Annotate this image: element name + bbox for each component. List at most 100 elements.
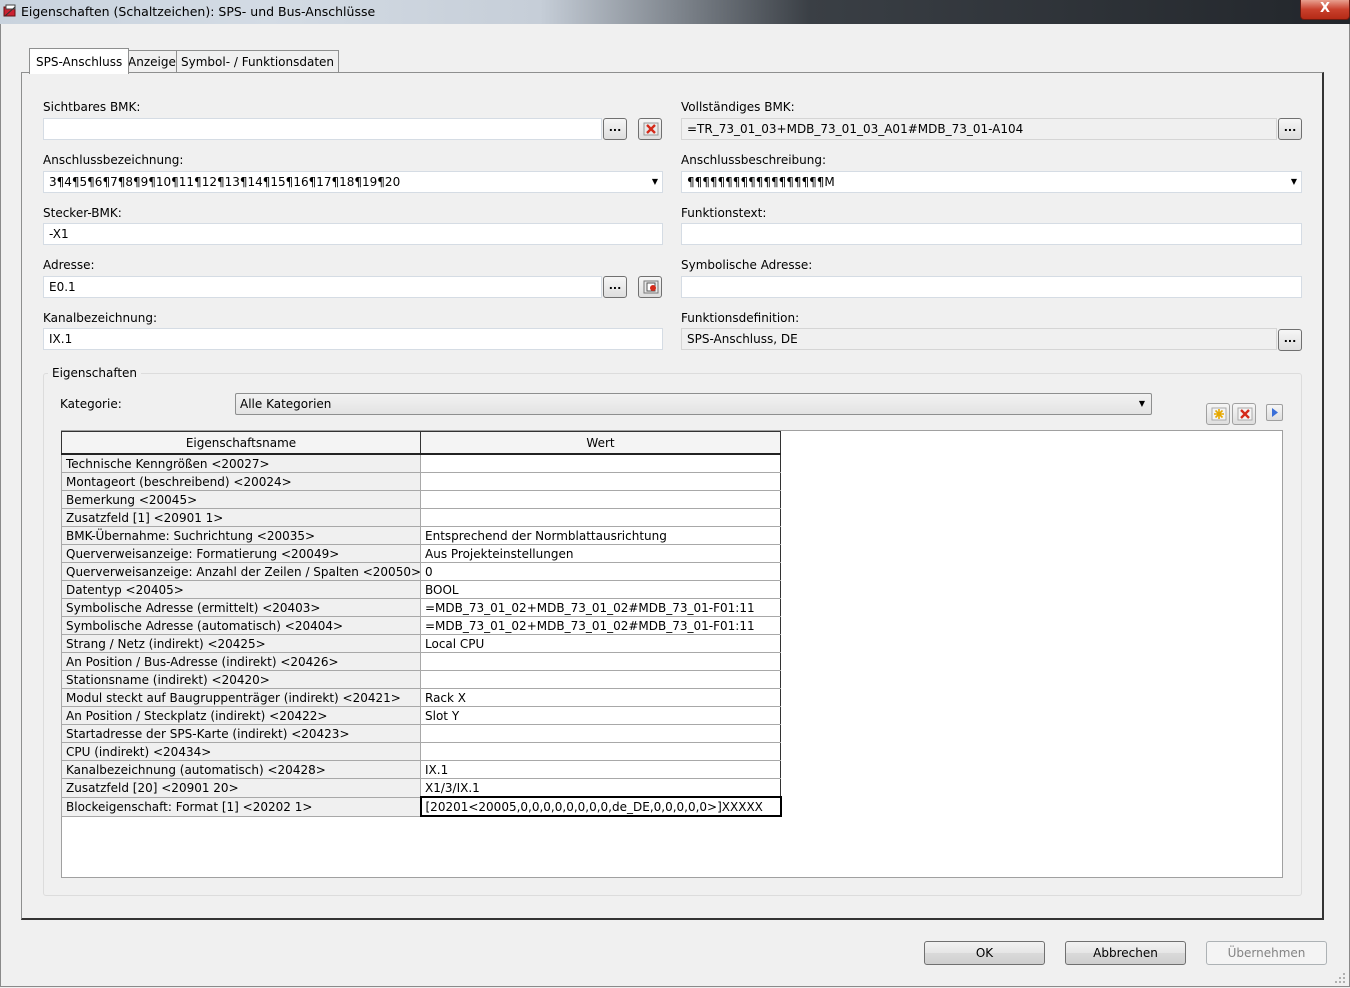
adresse-input[interactable]: E0.1 (43, 276, 602, 298)
anschlussbezeichnung-value: 3¶4¶5¶6¶7¶8¶9¶10¶11¶12¶13¶14¶15¶16¶17¶18… (49, 175, 401, 189)
new-property-button[interactable] (1206, 403, 1230, 425)
property-value[interactable] (420, 742, 781, 761)
property-value[interactable] (420, 652, 781, 671)
sichtbares-bmk-input[interactable] (43, 118, 602, 140)
property-name: Strang / Netz (indirekt) <20425> (61, 634, 421, 653)
ok-button[interactable]: OK (924, 941, 1045, 965)
property-name: Blockeigenschaft: Format [1] <20202 1> (61, 796, 421, 817)
address-icon (643, 280, 659, 294)
chevron-down-icon: ▼ (1290, 177, 1297, 186)
table-row[interactable]: Montageort (beschreibend) <20024> (61, 472, 781, 491)
table-row[interactable]: Datentyp <20405> BOOL (61, 580, 781, 599)
delete-bmk-button[interactable] (638, 118, 662, 140)
chevron-down-icon: ▼ (651, 177, 658, 186)
property-value[interactable]: Rack X (420, 688, 781, 707)
property-value[interactable] (420, 724, 781, 743)
table-row[interactable]: Querverweisanzeige: Formatierung <20049>… (61, 544, 781, 563)
delete-property-button[interactable] (1232, 403, 1256, 425)
property-name: Stationsname (indirekt) <20420> (61, 670, 421, 689)
property-value[interactable] (420, 453, 781, 473)
vollstaendiges-bmk-input: =TR_73_01_03+MDB_73_01_03_A01#MDB_73_01-… (681, 118, 1277, 140)
column-header-value[interactable]: Wert (420, 431, 781, 455)
property-value[interactable] (420, 670, 781, 689)
property-value[interactable]: X1/3/IX.1 (420, 778, 781, 798)
property-name: Querverweisanzeige: Formatierung <20049> (61, 544, 421, 563)
table-row[interactable]: BMK-Übernahme: Suchrichtung <20035> Entsp… (61, 526, 781, 545)
table-row[interactable]: Technische Kenngrößen <20027> (61, 453, 781, 473)
funktionsdefinition-browse-button[interactable]: ... (1278, 329, 1302, 351)
anschlussbeschreibung-combo[interactable]: ¶¶¶¶¶¶¶¶¶¶¶¶¶¶¶¶¶¶M ▼ (681, 171, 1302, 193)
kanalbezeichnung-input[interactable]: IX.1 (43, 328, 663, 350)
table-row[interactable]: Stationsname (indirekt) <20420> (61, 670, 781, 689)
table-row[interactable]: Zusatzfeld [20] <20901 20> X1/3/IX.1 (61, 778, 781, 798)
property-name: Datentyp <20405> (61, 580, 421, 599)
expand-button[interactable] (1266, 404, 1283, 421)
adresse-browse-button[interactable]: ... (603, 276, 627, 298)
resize-grip-icon[interactable] (1334, 972, 1346, 984)
property-name: Startadresse der SPS-Karte (indirekt) <2… (61, 724, 421, 743)
properties-table: Eigenschaftsname Wert Technische Kenngrö… (61, 431, 782, 817)
symbolische-adresse-input[interactable] (681, 276, 1302, 298)
app-icon (3, 4, 17, 18)
property-value[interactable]: [20201<20005,0,0,0,0,0,0,0,0,de_DE,0,0,0… (419, 796, 782, 817)
table-row[interactable]: Querverweisanzeige: Anzahl der Zeilen / … (61, 562, 781, 581)
property-value[interactable] (420, 472, 781, 491)
anschlussbezeichnung-combo[interactable]: 3¶4¶5¶6¶7¶8¶9¶10¶11¶12¶13¶14¶15¶16¶17¶18… (43, 171, 663, 193)
anschlussbeschreibung-value: ¶¶¶¶¶¶¶¶¶¶¶¶¶¶¶¶¶¶M (687, 175, 835, 189)
property-value[interactable]: Slot Y (420, 706, 781, 725)
property-name: BMK-Übernahme: Suchrichtung <20035> (61, 526, 421, 545)
property-value[interactable]: IX.1 (420, 760, 781, 779)
window-title: Eigenschaften (Schaltzeichen): SPS- und … (21, 4, 376, 19)
delete-icon (643, 122, 659, 136)
table-row[interactable]: An Position / Bus-Adresse (indirekt) <20… (61, 652, 781, 671)
table-row[interactable]: Strang / Netz (indirekt) <20425> Local CP… (61, 634, 781, 653)
play-icon (1272, 408, 1278, 417)
property-name: An Position / Steckplatz (indirekt) <204… (61, 706, 421, 725)
table-row[interactable]: Modul steckt auf Baugruppenträger (indir… (61, 688, 781, 707)
chevron-down-icon: ▼ (1138, 399, 1145, 408)
apply-button[interactable]: Übernehmen (1206, 941, 1327, 965)
title-bar[interactable]: Eigenschaften (Schaltzeichen): SPS- und … (0, 0, 1350, 24)
column-header-name[interactable]: Eigenschaftsname (61, 431, 421, 455)
vollstaendiges-bmk-label: Vollständiges BMK: (681, 100, 795, 114)
kategorie-value: Alle Kategorien (240, 397, 332, 411)
table-row[interactable]: Kanalbezeichnung (automatisch) <20428> IX… (61, 760, 781, 779)
stecker-bmk-input[interactable]: -X1 (43, 223, 663, 245)
property-value[interactable]: BOOL (420, 580, 781, 599)
kategorie-label: Kategorie: (60, 397, 122, 411)
property-name: Symbolische Adresse (automatisch) <20404… (61, 616, 421, 635)
table-row[interactable]: Symbolische Adresse (automatisch) <20404… (61, 616, 781, 635)
property-value[interactable]: =MDB_73_01_02+MDB_73_01_02#MDB_73_01-F01… (420, 598, 781, 617)
vollstaendiges-bmk-browse-button[interactable]: ... (1278, 118, 1302, 140)
tab-symbol-funktionsdaten[interactable]: Symbol- / Funktionsdaten (176, 50, 340, 72)
property-value[interactable]: Entsprechend der Normblattausrichtung (420, 526, 781, 545)
property-name: Symbolische Adresse (ermittelt) <20403> (61, 598, 421, 617)
table-row-selected[interactable]: Blockeigenschaft: Format [1] <20202 1> [2… (61, 796, 782, 817)
property-value[interactable] (420, 490, 781, 509)
property-name: Modul steckt auf Baugruppenträger (indir… (61, 688, 421, 707)
table-row[interactable]: Symbolische Adresse (ermittelt) <20403> =… (61, 598, 781, 617)
sichtbares-bmk-browse-button[interactable]: ... (603, 118, 627, 140)
property-value[interactable] (420, 508, 781, 527)
new-star-icon (1211, 407, 1227, 421)
tab-anzeige[interactable]: Anzeige (123, 50, 181, 72)
tab-sps-anschluss[interactable]: SPS-Anschluss (29, 48, 130, 74)
kategorie-select[interactable]: Alle Kategorien ▼ (235, 393, 1152, 415)
property-value[interactable]: =MDB_73_01_02+MDB_73_01_02#MDB_73_01-F01… (420, 616, 781, 635)
property-value[interactable]: 0 (420, 562, 781, 581)
cancel-button[interactable]: Abbrechen (1065, 941, 1186, 965)
table-row[interactable]: Zusatzfeld [1] <20901 1> (61, 508, 781, 527)
adresse-label: Adresse: (43, 258, 95, 272)
table-row[interactable]: Startadresse der SPS-Karte (indirekt) <2… (61, 724, 781, 743)
property-value[interactable]: Aus Projekteinstellungen (420, 544, 781, 563)
funktionstext-input[interactable] (681, 223, 1302, 245)
property-name: CPU (indirekt) <20434> (61, 742, 421, 761)
close-button[interactable]: X (1300, 0, 1350, 20)
symbolische-adresse-label: Symbolische Adresse: (681, 258, 813, 272)
table-row[interactable]: Bemerkung <20045> (61, 490, 781, 509)
adresse-options-button[interactable] (638, 276, 662, 298)
table-row[interactable]: CPU (indirekt) <20434> (61, 742, 781, 761)
stecker-bmk-label: Stecker-BMK: (43, 206, 122, 220)
property-value[interactable]: Local CPU (420, 634, 781, 653)
table-row[interactable]: An Position / Steckplatz (indirekt) <204… (61, 706, 781, 725)
